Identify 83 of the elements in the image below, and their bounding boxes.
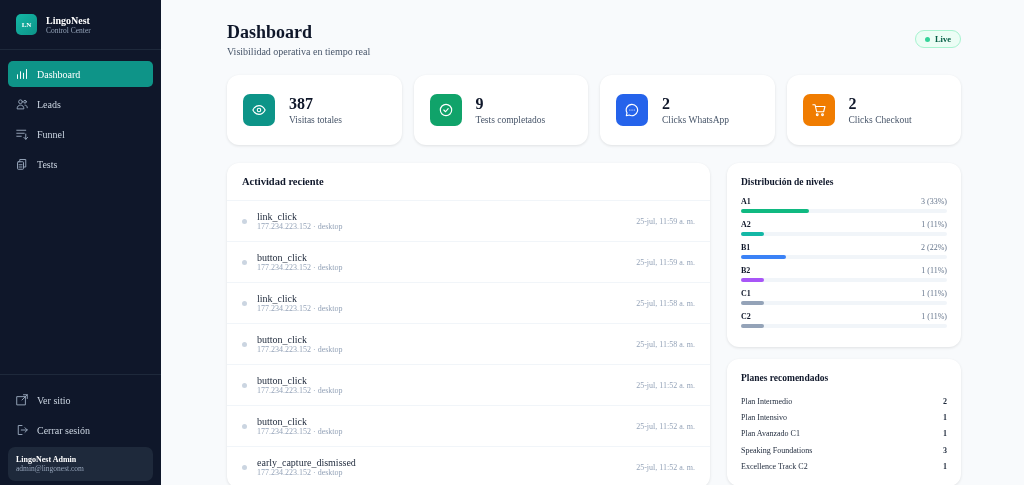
event-name: link_click xyxy=(257,293,298,304)
live-label: Live xyxy=(934,34,951,44)
bullet-icon xyxy=(242,341,247,347)
bullet-icon xyxy=(242,259,247,265)
stat-value: 387 xyxy=(289,95,314,113)
stat-label: Clicks Checkout xyxy=(848,115,912,125)
bullet-icon xyxy=(242,382,247,388)
level-name: A1 xyxy=(741,197,751,206)
level-name: C1 xyxy=(741,289,751,298)
sort-list-icon xyxy=(16,128,28,140)
plan-count: 3 xyxy=(943,445,947,455)
nav-item[interactable]: Tests xyxy=(8,151,153,177)
bullet-icon xyxy=(242,218,247,224)
event-meta: 177.234.223.152 · desktop xyxy=(257,263,344,272)
event-time: 25-jul, 11:58 a. m. xyxy=(636,339,695,349)
event-meta: 177.234.223.152 · desktop xyxy=(257,468,343,477)
event-meta: 177.234.223.152 · desktop xyxy=(257,386,344,395)
bullet-icon xyxy=(242,423,247,429)
stat-label: Clicks WhatsApp xyxy=(662,115,730,125)
stat-value: 2 xyxy=(662,95,671,113)
plan-name: Plan Avanzado C1 xyxy=(741,429,800,439)
level-reading: 1 (11%) xyxy=(921,312,947,321)
event-name: button_click xyxy=(257,334,308,345)
stat-label: Visitas totales xyxy=(289,115,342,125)
level-name: A2 xyxy=(741,220,751,229)
stat-value: 9 xyxy=(475,95,485,113)
level-name: B1 xyxy=(741,243,751,252)
level-reading: 1 (11%) xyxy=(921,289,947,298)
logout-icon xyxy=(16,424,28,436)
event-time: 25-jul, 11:59 a. m. xyxy=(636,257,695,267)
level-name: C2 xyxy=(741,312,751,321)
level-name: B2 xyxy=(741,266,751,275)
chat-bubble-icon xyxy=(625,103,639,117)
event-time: 25-jul, 11:52 a. m. xyxy=(636,421,695,431)
event-time: 25-jul, 11:59 a. m. xyxy=(636,216,695,226)
cart-icon xyxy=(811,103,826,117)
event-name: link_click xyxy=(257,211,298,222)
plan-name: Plan Intensivo xyxy=(741,412,787,422)
bullet-icon xyxy=(242,300,247,306)
documents-icon xyxy=(16,158,28,170)
card-title: Actividad reciente xyxy=(227,163,710,201)
event-name: button_click xyxy=(257,252,308,263)
event-time: 25-jul, 11:58 a. m. xyxy=(636,298,695,308)
level-reading: 2 (22%) xyxy=(921,243,947,252)
event-meta: 177.234.223.152 · desktop xyxy=(257,222,344,231)
level-reading: 1 (11%) xyxy=(921,266,947,275)
plan-name: Excellence Track C2 xyxy=(741,461,808,471)
external-link-icon xyxy=(16,394,28,406)
event-name: early_capture_dismissed xyxy=(257,457,357,468)
nav-item[interactable]: Funnel xyxy=(8,121,153,147)
event-meta: 177.234.223.152 · desktop xyxy=(257,427,344,436)
nav-link[interactable]: Ver sitio xyxy=(8,387,153,413)
page-title: Dashboard xyxy=(227,22,314,43)
nav-item[interactable]: Dashboard xyxy=(8,61,153,87)
plan-count: 1 xyxy=(943,412,947,422)
nav-item[interactable]: Leads xyxy=(8,91,153,117)
users-icon xyxy=(16,98,28,110)
event-time: 25-jul, 11:52 a. m. xyxy=(636,380,695,390)
stat-label: Tests completados xyxy=(475,115,546,125)
event-name: button_click xyxy=(257,416,308,427)
plan-count: 1 xyxy=(943,461,947,471)
plan-name: Speaking Foundations xyxy=(741,445,813,455)
plan-name: Plan Intermedio xyxy=(741,396,793,406)
stat-value: 2 xyxy=(848,95,858,113)
user-name: LingoNest Admin xyxy=(16,455,78,464)
level-reading: 3 (33%) xyxy=(921,197,947,206)
bullet-icon xyxy=(242,464,247,470)
plan-count: 2 xyxy=(943,396,947,406)
plan-count: 1 xyxy=(943,429,947,439)
level-reading: 1 (11%) xyxy=(921,220,947,229)
event-name: button_click xyxy=(257,375,308,386)
brand-name: LingoNest xyxy=(46,14,91,26)
event-time: 25-jul, 11:52 a. m. xyxy=(636,462,695,472)
check-circle-icon xyxy=(438,103,453,117)
status-dot-icon xyxy=(924,36,930,42)
nav-link[interactable]: Cerrar sesión xyxy=(8,417,153,443)
event-meta: 177.234.223.152 · desktop xyxy=(257,345,344,354)
eye-icon xyxy=(252,103,266,117)
event-meta: 177.234.223.152 · desktop xyxy=(257,304,344,313)
card-title: Planes recomendados xyxy=(741,373,830,383)
page-subtitle: Visibilidad operativa en tiempo real xyxy=(227,46,371,57)
card-title: Distribución de niveles xyxy=(741,177,835,187)
bar-chart-icon xyxy=(16,68,28,80)
